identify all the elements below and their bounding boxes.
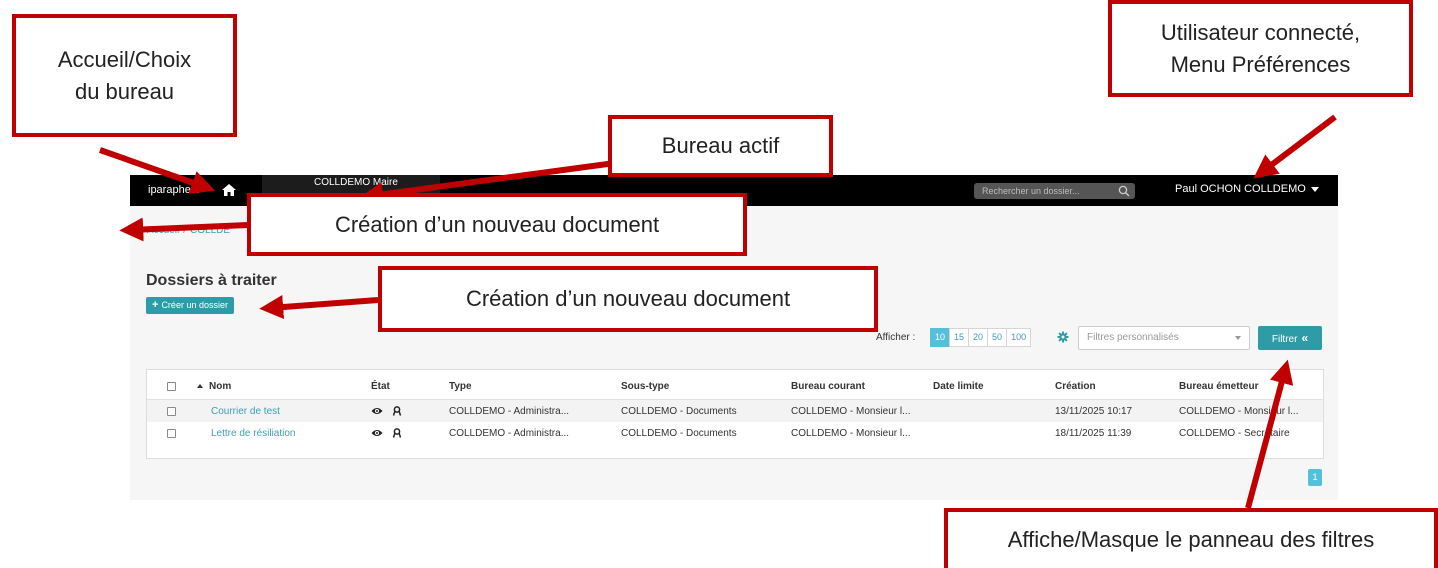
- column-header-etat[interactable]: État: [371, 373, 390, 399]
- row-checkbox[interactable]: [167, 428, 176, 438]
- type-cell: COLLDEMO - Administra...: [449, 427, 570, 439]
- breadcrumb: Accueil / COLLDE: [147, 225, 230, 236]
- subtype-cell: COLLDEMO - Documents: [621, 405, 737, 417]
- gear-icon[interactable]: [1057, 331, 1069, 343]
- state-icons: [371, 422, 411, 444]
- callout-user: Utilisateur connecté, Menu Préférences: [1108, 0, 1413, 97]
- column-header-date-limite[interactable]: Date limite: [933, 373, 984, 399]
- callout-new-doc-1: Création d’un nouveau document: [247, 193, 747, 256]
- callout-new-doc-2-text: Création d’un nouveau document: [465, 286, 791, 312]
- brand-logo[interactable]: iparapheur: [148, 184, 201, 196]
- search-box[interactable]: [974, 183, 1135, 199]
- pagination-page-1[interactable]: 1: [1308, 469, 1322, 486]
- folder-name-link[interactable]: Courrier de test: [211, 400, 280, 422]
- folders-table: Nom État Type Sous-type Bureau courant D…: [146, 369, 1324, 459]
- creation-date-cell: 13/11/2025 10:17: [1055, 405, 1133, 417]
- subtype-cell: COLLDEMO - Documents: [621, 427, 737, 439]
- callout-active-desk: Bureau actif: [608, 115, 833, 177]
- create-folder-button[interactable]: + Créer un dossier: [146, 297, 234, 314]
- page-size-label: Afficher :: [876, 332, 916, 343]
- page-title: Dossiers à traiter: [146, 272, 277, 289]
- ribbon-icon[interactable]: [391, 406, 403, 416]
- eye-icon[interactable]: [371, 406, 383, 416]
- callout-active-desk-text: Bureau actif: [661, 133, 780, 159]
- callout-new-doc-2: Création d’un nouveau document: [378, 266, 878, 332]
- table-row[interactable]: Lettre de résiliation COLLDEMO - Adminis…: [147, 422, 1323, 444]
- creation-date-cell: 18/11/2025 11:39: [1055, 427, 1132, 439]
- chevron-down-icon: [1235, 336, 1241, 340]
- page-size-15[interactable]: 15: [949, 328, 970, 347]
- callout-filters: Affiche/Masque le panneau des filtres: [944, 508, 1438, 568]
- breadcrumb-current[interactable]: COLLDE: [190, 225, 230, 236]
- select-all-checkbox[interactable]: [167, 381, 176, 391]
- callout-filters-text: Affiche/Masque le panneau des filtres: [1007, 527, 1375, 553]
- column-label: Nom: [209, 380, 232, 392]
- callout-home-text: Accueil/Choix du bureau: [57, 46, 192, 104]
- filter-button-label: Filtrer: [1271, 334, 1298, 345]
- arrow-user-menu: [1253, 114, 1337, 179]
- column-header-bureau-emetteur[interactable]: Bureau émetteur: [1179, 373, 1258, 399]
- double-chevron-left-icon: «: [1301, 331, 1309, 345]
- custom-filters-select[interactable]: Filtres personnalisés: [1078, 326, 1250, 350]
- current-desk-cell: COLLDEMO - Monsieur l...: [791, 427, 911, 439]
- column-header-nom[interactable]: Nom: [197, 373, 231, 399]
- create-folder-label: Créer un dossier: [161, 300, 228, 310]
- table-header-row: Nom État Type Sous-type Bureau courant D…: [147, 373, 1323, 400]
- ribbon-icon[interactable]: [391, 428, 403, 438]
- column-header-sous-type[interactable]: Sous-type: [621, 373, 669, 399]
- row-checkbox[interactable]: [167, 406, 176, 416]
- callout-home: Accueil/Choix du bureau: [12, 14, 237, 137]
- caret-down-icon: [1310, 186, 1319, 192]
- user-menu[interactable]: Paul OCHON COLLDEMO: [1175, 183, 1319, 195]
- callout-user-text: Utilisateur connecté, Menu Préférences: [1160, 19, 1361, 77]
- folder-name-link[interactable]: Lettre de résiliation: [211, 422, 296, 444]
- page-size-50[interactable]: 50: [987, 328, 1008, 347]
- breadcrumb-separator: /: [183, 225, 187, 236]
- page-size-10[interactable]: 10: [930, 328, 951, 347]
- table-row[interactable]: Courrier de test COLLDEMO - Administra..…: [147, 400, 1323, 422]
- breadcrumb-home[interactable]: Accueil: [147, 225, 179, 236]
- search-icon[interactable]: [1118, 185, 1130, 197]
- page-size-selector: 10 15 20 50 100: [930, 328, 1032, 347]
- search-input[interactable]: [982, 184, 1102, 198]
- sort-asc-icon: [197, 384, 203, 388]
- state-icons: [371, 400, 411, 422]
- column-header-type[interactable]: Type: [449, 373, 472, 399]
- issuer-desk-cell: COLLDEMO - Secrétaire: [1179, 427, 1290, 439]
- plus-icon: +: [152, 299, 159, 311]
- current-desk-cell: COLLDEMO - Monsieur l...: [791, 405, 911, 417]
- custom-filters-placeholder: Filtres personnalisés: [1087, 332, 1179, 343]
- callout-new-doc-1-text: Création d’un nouveau document: [334, 211, 660, 237]
- page-size-20[interactable]: 20: [968, 328, 989, 347]
- column-header-bureau-courant[interactable]: Bureau courant: [791, 373, 865, 399]
- filter-toggle-button[interactable]: Filtrer «: [1258, 326, 1322, 350]
- eye-icon[interactable]: [371, 428, 383, 438]
- page-size-100[interactable]: 100: [1006, 328, 1032, 347]
- user-name: Paul OCHON COLLDEMO: [1175, 183, 1306, 195]
- issuer-desk-cell: COLLDEMO - Monsieur l...: [1179, 405, 1299, 417]
- column-header-creation[interactable]: Création: [1055, 373, 1096, 399]
- type-cell: COLLDEMO - Administra...: [449, 405, 570, 417]
- active-desk-label: COLLDEMO Maire: [314, 177, 398, 188]
- home-icon[interactable]: [220, 181, 238, 199]
